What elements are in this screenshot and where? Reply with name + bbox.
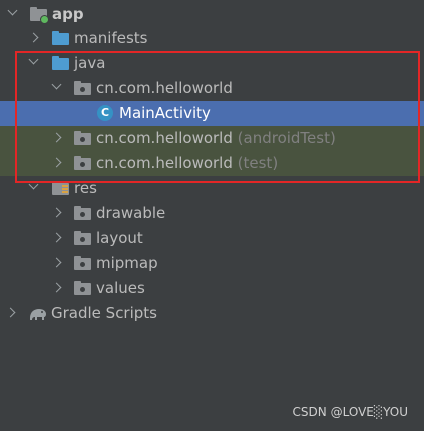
chevron-right-icon[interactable]: [51, 257, 62, 268]
tree-node-package-test[interactable]: cn.com.helloworld (test): [0, 151, 424, 176]
tree-node-label: res: [74, 179, 97, 197]
tree-node-java[interactable]: java: [0, 51, 424, 76]
package-icon: [74, 156, 91, 170]
tree-node-mipmap[interactable]: mipmap: [0, 251, 424, 276]
folder-icon: [52, 31, 69, 45]
package-name: cn.com.helloworld: [96, 154, 233, 172]
package-icon: [74, 81, 91, 95]
tree-node-label: java: [74, 54, 106, 72]
source-set-suffix: (androidTest): [237, 129, 336, 147]
chevron-right-icon[interactable]: [28, 32, 39, 43]
tree-node-label: Gradle Scripts: [51, 304, 157, 322]
tree-node-layout[interactable]: layout: [0, 226, 424, 251]
tree-node-label: cn.com.helloworld: [96, 79, 233, 97]
class-icon: C: [97, 105, 113, 121]
source-folder-icon: [52, 56, 69, 70]
folder-icon: [74, 256, 91, 270]
tree-node-gradle-scripts[interactable]: Gradle Scripts: [0, 301, 424, 326]
watermark: CSDN @LOVE░YOU: [292, 405, 408, 419]
tree-node-label: MainActivity: [119, 104, 211, 122]
chevron-down-icon[interactable]: [51, 79, 62, 90]
chevron-right-icon[interactable]: [51, 132, 62, 143]
tree-node-label: cn.com.helloworld (androidTest): [96, 129, 336, 147]
chevron-right-icon[interactable]: [5, 307, 16, 318]
tree-node-label: manifests: [74, 29, 148, 47]
chevron-down-icon[interactable]: [28, 179, 39, 190]
chevron-right-icon[interactable]: [51, 232, 62, 243]
source-set-suffix: (test): [237, 154, 279, 172]
chevron-right-icon[interactable]: [51, 207, 62, 218]
tree-node-drawable[interactable]: drawable: [0, 201, 424, 226]
chevron-right-icon[interactable]: [51, 282, 62, 293]
tree-node-label: drawable: [96, 204, 166, 222]
chevron-down-icon[interactable]: [7, 5, 18, 16]
tree-node-label: values: [96, 279, 145, 297]
gradle-elephant-icon: [28, 307, 48, 325]
folder-icon: [74, 206, 91, 220]
tree-node-app[interactable]: app: [0, 2, 424, 27]
tree-node-main-activity[interactable]: C MainActivity: [0, 101, 424, 126]
chevron-right-icon[interactable]: [51, 157, 62, 168]
tree-node-package-main[interactable]: cn.com.helloworld: [0, 76, 424, 101]
folder-icon: [74, 231, 91, 245]
tree-node-manifests[interactable]: manifests: [0, 26, 424, 51]
tree-node-values[interactable]: values: [0, 276, 424, 301]
tree-node-package-android-test[interactable]: cn.com.helloworld (androidTest): [0, 126, 424, 151]
folder-icon: [74, 281, 91, 295]
tree-node-label: layout: [96, 229, 143, 247]
chevron-down-icon[interactable]: [28, 54, 39, 65]
tree-node-label: app: [52, 5, 84, 23]
resource-folder-icon: [52, 181, 69, 195]
tree-node-label: mipmap: [96, 254, 158, 272]
module-folder-icon: [30, 7, 49, 24]
tree-node-label: cn.com.helloworld (test): [96, 154, 278, 172]
tree-node-res[interactable]: res: [0, 176, 424, 201]
package-name: cn.com.helloworld: [96, 129, 233, 147]
package-icon: [74, 131, 91, 145]
